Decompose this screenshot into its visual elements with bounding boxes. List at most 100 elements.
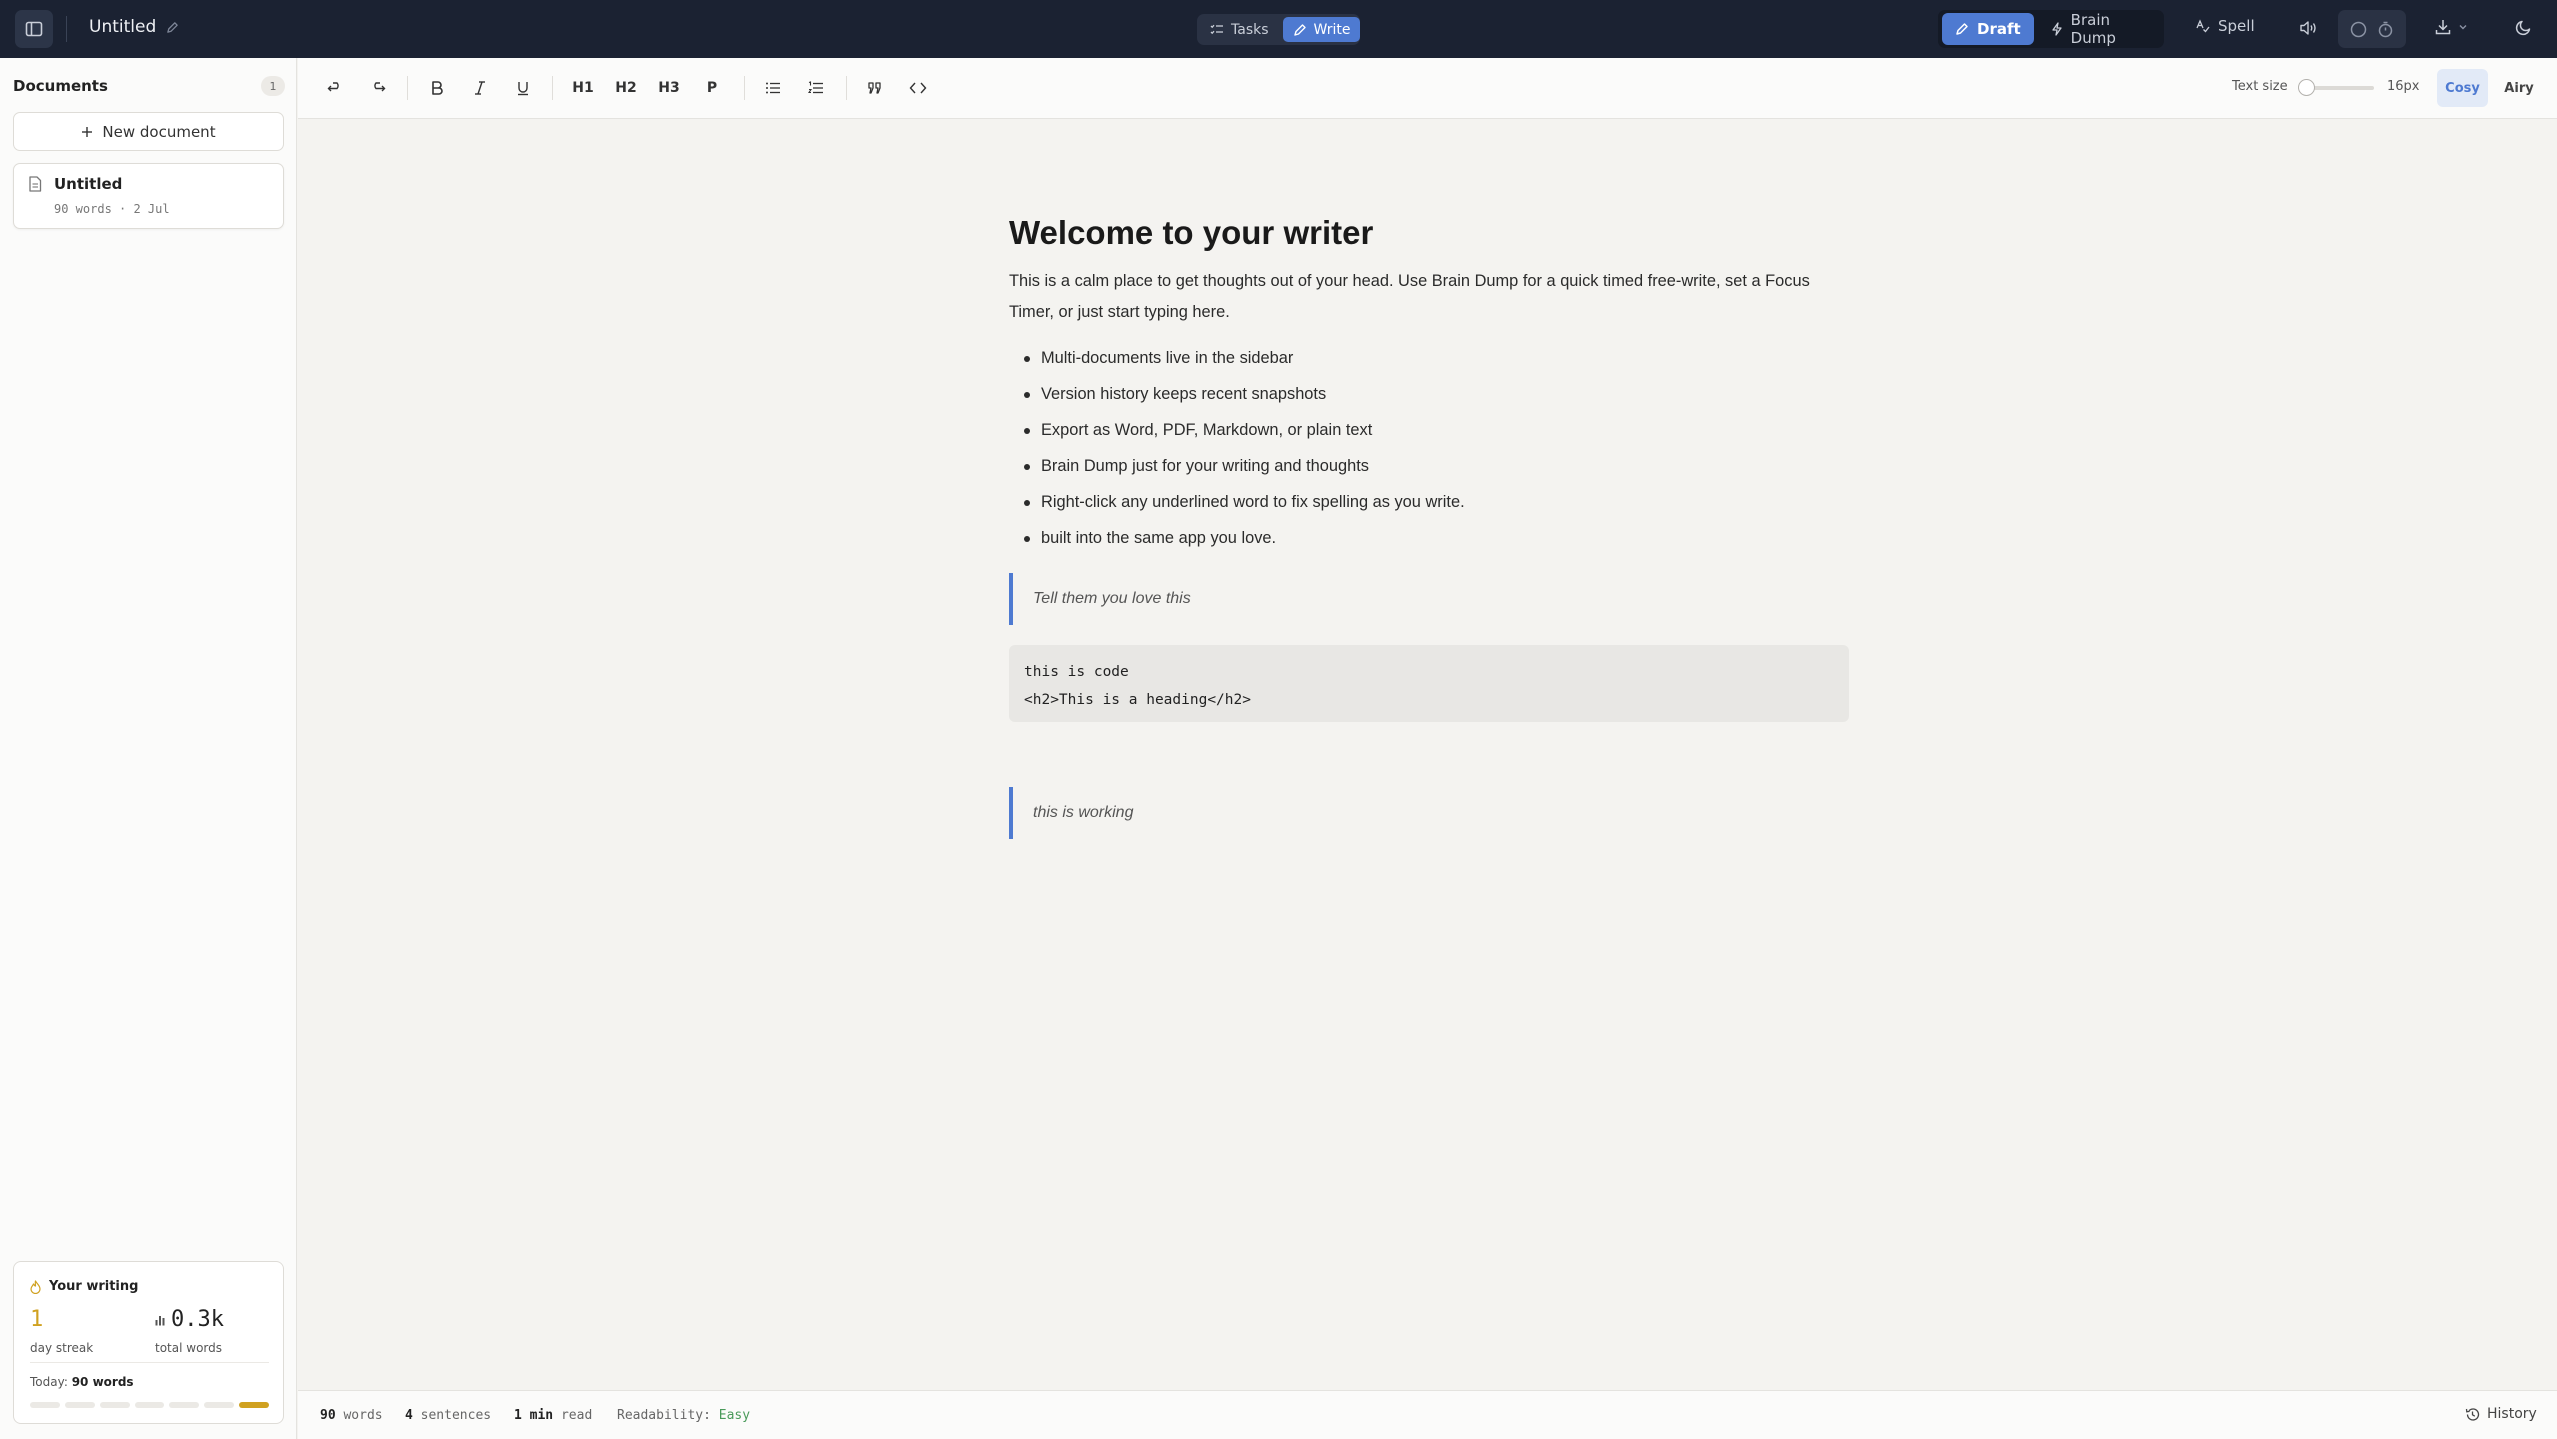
redo-button[interactable] — [367, 77, 389, 99]
doc-title[interactable]: Untitled — [89, 17, 156, 37]
list-item[interactable]: Version history keeps recent snapshots — [1009, 376, 1465, 412]
airy-spacing-button[interactable]: Airy — [2494, 69, 2544, 107]
bold-button[interactable] — [426, 77, 448, 99]
list-item[interactable]: Multi-documents live in the sidebar — [1009, 340, 1465, 376]
stats-title: Your writing — [30, 1279, 138, 1294]
new-document-label: New document — [102, 122, 216, 141]
edit-title-icon[interactable] — [166, 21, 179, 34]
list-item[interactable]: built into the same app you love. — [1009, 520, 1465, 556]
history-button[interactable]: History — [2465, 1406, 2537, 1422]
speaker-icon — [2298, 18, 2318, 38]
week-day-bar — [239, 1402, 270, 1408]
brain-dump-label: Brain Dump — [2070, 11, 2116, 47]
draft-button[interactable]: Draft — [1942, 13, 2034, 45]
list-item[interactable]: Export as Word, PDF, Markdown, or plain … — [1009, 412, 1465, 448]
week-day-bar — [64, 1402, 95, 1408]
total-words-label: total words — [155, 1341, 223, 1355]
document-icon — [28, 176, 42, 192]
stats-divider — [30, 1362, 269, 1363]
heading-3-button[interactable]: H3 — [656, 77, 682, 99]
blockquote[interactable]: this is working — [1009, 787, 1849, 839]
read-time-label: read — [560, 1408, 593, 1423]
status-bar: 90 words 4 sentences 1 min read Readabil… — [298, 1390, 2557, 1439]
timer-icon[interactable] — [2377, 21, 2394, 38]
new-document-button[interactable]: New document — [13, 112, 284, 151]
spell-button[interactable]: Spell — [2196, 17, 2255, 35]
week-day-bar — [99, 1402, 130, 1408]
heading-1-button[interactable]: H1 — [570, 77, 596, 99]
tasks-mode-button[interactable]: Tasks — [1200, 17, 1279, 42]
write-mode-label: Write — [1313, 21, 1351, 38]
document-intro-paragraph[interactable]: This is a calm place to get thoughts out… — [1009, 266, 1849, 328]
flame-icon — [30, 1279, 41, 1294]
document-list-item[interactable]: Untitled 90 words · 2 Jul — [13, 163, 284, 229]
circle-icon[interactable] — [2350, 21, 2367, 38]
code-block[interactable]: this is code <h2>This is a heading</h2> — [1009, 645, 1849, 722]
toolbar-separator — [846, 76, 847, 100]
sound-button[interactable] — [2298, 18, 2318, 38]
document-heading[interactable]: Welcome to your writer — [1009, 214, 1373, 252]
sentence-count-label: sentences — [420, 1408, 492, 1423]
tasks-mode-label: Tasks — [1231, 21, 1269, 38]
theme-toggle-button[interactable] — [2515, 18, 2533, 36]
read-time: 1 min read — [514, 1408, 592, 1423]
toolbar-separator — [552, 76, 553, 100]
doc-title-group[interactable]: Untitled — [89, 17, 179, 37]
draft-label: Draft — [1977, 20, 2021, 38]
list-item[interactable]: Brain Dump just for your writing and tho… — [1009, 448, 1465, 484]
text-size-value: 16px — [2387, 79, 2420, 94]
word-count: 90 words — [320, 1408, 383, 1423]
spell-label: Spell — [2218, 17, 2255, 35]
history-label: History — [2487, 1406, 2537, 1422]
documents-heading: Documents — [13, 77, 108, 95]
blockquote[interactable]: Tell them you love this — [1009, 573, 1849, 625]
week-day-bar — [30, 1402, 60, 1408]
slider-thumb[interactable] — [2298, 79, 2315, 96]
today-label: Today: — [30, 1375, 68, 1389]
numbered-list-button[interactable] — [805, 77, 827, 99]
week-day-bar — [204, 1402, 235, 1408]
chevron-down-icon — [2458, 22, 2468, 32]
text-size-label: Text size — [2232, 79, 2288, 94]
moon-icon — [2515, 18, 2533, 36]
document-bullet-list[interactable]: Multi-documents live in the sidebar Vers… — [1009, 340, 1465, 556]
total-words-group: 0.3k — [155, 1307, 224, 1332]
topbar-divider — [66, 16, 67, 42]
text-size-slider[interactable] — [2298, 79, 2374, 97]
heading-2-button[interactable]: H2 — [613, 77, 639, 99]
bullet-list-button[interactable] — [762, 77, 784, 99]
focus-timer-group[interactable] — [2338, 10, 2406, 48]
lightning-icon — [2051, 22, 2063, 36]
sidebar-icon — [25, 20, 43, 38]
week-day-bar — [169, 1402, 200, 1408]
toolbar-separator — [407, 76, 408, 100]
export-button[interactable] — [2434, 18, 2468, 36]
toolbar-separator — [744, 76, 745, 100]
draft-braindump-switch: Draft Brain Dump — [1938, 10, 2164, 48]
italic-button[interactable] — [469, 77, 491, 99]
redo-icon — [370, 80, 386, 96]
write-mode-button[interactable]: Write — [1282, 17, 1361, 42]
blockquote-button[interactable] — [864, 77, 886, 99]
top-bar: Untitled Tasks Write Draft Brain Dump Sp… — [0, 0, 2557, 58]
pen-icon — [1955, 22, 1969, 36]
sidebar-toggle-button[interactable] — [15, 10, 53, 48]
cosy-spacing-button[interactable]: Cosy — [2437, 69, 2488, 107]
underline-button[interactable] — [512, 77, 534, 99]
readability-value: Easy — [718, 1408, 751, 1423]
readability: Readability: Easy — [617, 1408, 750, 1423]
word-count-value: 90 — [320, 1408, 336, 1423]
undo-button[interactable] — [324, 77, 346, 99]
documents-count-badge: 1 — [261, 76, 285, 96]
code-button[interactable] — [907, 77, 929, 99]
plus-icon — [81, 126, 93, 138]
writing-stats-card: Your writing 1 day streak 0.3k total wor… — [13, 1261, 284, 1424]
word-count-label: words — [343, 1408, 383, 1423]
quote-icon — [867, 81, 883, 95]
brain-dump-button[interactable]: Brain Dump — [2038, 11, 2160, 47]
list-item[interactable]: Right-click any underlined word to fix s… — [1009, 484, 1465, 520]
underline-icon — [516, 80, 530, 96]
weekly-progress-bars — [30, 1402, 270, 1408]
paragraph-button[interactable]: P — [699, 77, 725, 99]
document-meta: 90 words · 2 Jul — [54, 202, 170, 216]
